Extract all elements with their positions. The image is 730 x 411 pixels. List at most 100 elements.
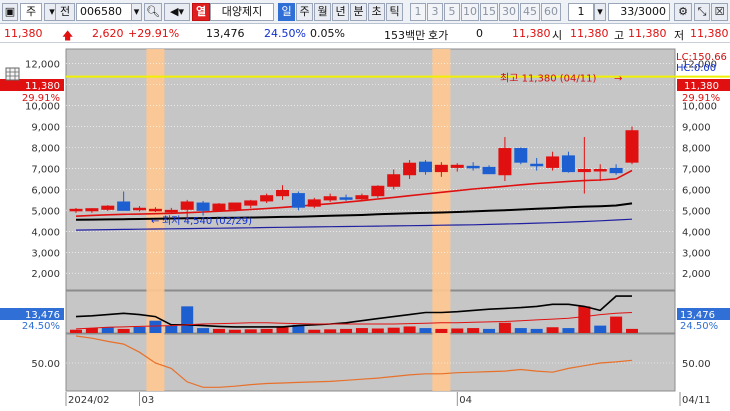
- tab-period-5[interactable]: 초: [368, 3, 385, 21]
- price-tick-right-5: 7,000: [682, 164, 711, 175]
- volume-bar-3: [117, 328, 130, 333]
- price-tick-right-4: 8,000: [682, 143, 711, 154]
- volume-bar-13: [276, 327, 289, 333]
- tab-interval-45[interactable]: 45: [520, 3, 540, 21]
- code-dropdown-icon[interactable]: ▾: [131, 3, 142, 21]
- high-label: 고: [614, 29, 625, 42]
- volume-bar-23: [435, 328, 448, 333]
- volume-bar-15: [308, 329, 321, 333]
- candle-body-25: [466, 165, 480, 169]
- price-tick-left-9: 3,000: [31, 248, 60, 259]
- turnover-ratio: 0.05%: [310, 27, 345, 40]
- count-input[interactable]: 33/3000: [608, 3, 670, 21]
- tab-period-2[interactable]: 월: [314, 3, 331, 21]
- volume-bar-4: [133, 326, 146, 333]
- volume-pct-left: 24.50%: [22, 321, 60, 332]
- prev-button[interactable]: 전: [55, 3, 75, 21]
- date-label-2: 04: [459, 395, 472, 406]
- tab-period-6[interactable]: 틱: [386, 3, 403, 21]
- date-label-1: 03: [142, 395, 155, 406]
- price-tick-left-0: 12,000: [25, 60, 60, 71]
- candle-body-31: [561, 155, 575, 173]
- tab-period-0[interactable]: 일: [278, 3, 295, 21]
- volume-value: 13,476: [206, 27, 245, 40]
- volume-bar-30: [546, 327, 559, 333]
- hc-label: HC:0.00: [676, 63, 716, 74]
- volume-bar-29: [530, 328, 543, 333]
- tab-interval-1[interactable]: 1: [410, 3, 426, 21]
- warning-badge: 열: [192, 3, 210, 21]
- volume-bar-19: [371, 328, 384, 333]
- price-tick-right-9: 3,000: [682, 248, 711, 259]
- tab-period-4[interactable]: 분: [350, 3, 367, 21]
- tab-interval-3[interactable]: 3: [427, 3, 443, 21]
- candle-body-28: [514, 148, 528, 163]
- price-tick-right-8: 4,000: [682, 227, 711, 238]
- candle-body-11: [244, 200, 258, 206]
- candle-body-0: [69, 208, 83, 212]
- grid-menu-icon[interactable]: ▣: [2, 3, 18, 21]
- volume-ratio: 24.50%: [264, 27, 306, 40]
- volume-bar-1: [85, 328, 98, 333]
- candle-body-33: [593, 169, 607, 172]
- candle-body-4: [133, 207, 147, 211]
- volume-bar-11: [244, 329, 257, 333]
- volume-bar-22: [419, 328, 432, 333]
- candle-body-14: [291, 193, 305, 208]
- volume-bar-6: [165, 325, 178, 333]
- date-label-3: 04/11: [682, 395, 711, 406]
- volume-bar-2: [101, 327, 114, 333]
- price-tick-left-10: 2,000: [31, 269, 60, 280]
- tab-interval-30[interactable]: 30: [499, 3, 519, 21]
- candle-body-16: [323, 196, 337, 201]
- high-annotation: 최고 11,380 (04/11): [500, 73, 596, 85]
- tab-interval-10[interactable]: 10: [461, 3, 479, 21]
- candle-body-9: [212, 203, 226, 211]
- volume-bar-26: [483, 328, 496, 333]
- volume-bar-34: [610, 316, 623, 333]
- quote-price: 11,380: [512, 27, 551, 40]
- candle-body-7: [180, 201, 194, 210]
- settings-icon[interactable]: ⚙: [674, 3, 692, 21]
- price-tick-left-6: 6,000: [31, 185, 60, 196]
- tab-interval-60[interactable]: 60: [541, 3, 561, 21]
- ruler-icon[interactable]: ⤡: [694, 3, 710, 21]
- price-tick-right-10: 2,000: [682, 269, 711, 280]
- open-value: 11,380: [570, 27, 609, 40]
- osc-tick-left: 50.00: [31, 359, 60, 370]
- candle-body-20: [387, 174, 401, 187]
- low-annotation: 최저 4,540 (02/29): [162, 215, 252, 227]
- price-change: 2,620: [92, 27, 124, 40]
- candle-body-26: [482, 166, 496, 175]
- speaker-icon[interactable]: ◀▾: [164, 3, 190, 21]
- tab-period-1[interactable]: 주: [296, 3, 313, 21]
- chart-grid-icon[interactable]: [5, 67, 20, 81]
- low-value: 11,380: [690, 27, 729, 40]
- candle-body-17: [339, 197, 353, 200]
- candle-body-21: [403, 162, 417, 176]
- last-pct-left: 29.91%: [22, 93, 60, 104]
- current-price: 11,380: [4, 27, 43, 40]
- candle-body-5: [148, 208, 162, 212]
- stock-chart[interactable]: 12,00011,00010,0009,0008,0007,0006,0005,…: [0, 44, 730, 411]
- candle-body-27: [498, 148, 512, 176]
- high-value: 11,380: [628, 27, 667, 40]
- volume-bar-10: [228, 329, 241, 333]
- tab-interval-5[interactable]: 5: [444, 3, 460, 21]
- market-type-select[interactable]: 주: [20, 3, 42, 21]
- search-icon[interactable]: 🔍︎: [144, 3, 162, 21]
- tab-period-3[interactable]: 년: [332, 3, 349, 21]
- tab-interval-15[interactable]: 15: [480, 3, 498, 21]
- close-icon[interactable]: ☒: [711, 3, 728, 21]
- price-tick-right-6: 6,000: [682, 185, 711, 196]
- candle-body-18: [355, 195, 369, 200]
- interval-dropdown-icon[interactable]: ▾: [594, 3, 606, 21]
- interval-input[interactable]: 1: [568, 3, 594, 21]
- last-price-badge-right-text: 11,380: [684, 81, 719, 92]
- price-tick-right-3: 9,000: [682, 123, 711, 134]
- candle-body-1: [85, 208, 99, 212]
- volume-bar-0: [70, 329, 82, 333]
- osc-tick-right: 50.00: [682, 359, 711, 370]
- price-tick-left-7: 5,000: [31, 206, 60, 217]
- price-change-pct: +29.91%: [128, 27, 180, 40]
